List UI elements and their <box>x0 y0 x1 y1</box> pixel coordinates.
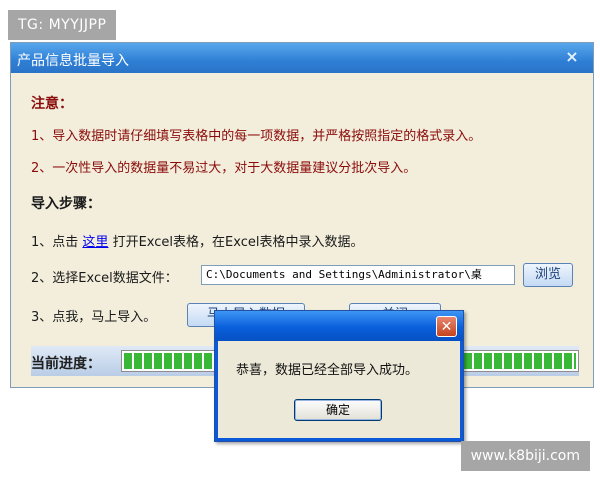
open-excel-link[interactable]: 这里 <box>82 235 108 250</box>
dialog-titlebar: ✕ <box>215 311 463 341</box>
steps-heading: 导入步骤： <box>31 196 101 212</box>
watermark-top: TG: MYYJJPP <box>8 10 117 40</box>
window-titlebar: 产品信息批量导入 × <box>11 43 593 73</box>
step-1-prefix: 1、点击 <box>31 235 79 250</box>
step-2-label: 2、选择Excel数据文件： <box>31 271 178 286</box>
success-message: 恭喜，数据已经全部导入成功。 <box>236 363 419 378</box>
dialog-body: 恭喜，数据已经全部导入成功。 确定 <box>218 341 460 438</box>
notice-item-2: 2、一次性导入的数据量不易过大，对于大数据量建议分批次导入。 <box>31 161 417 176</box>
window-title: 产品信息批量导入 <box>17 53 129 69</box>
excel-file-path-input[interactable]: C:\Documents and Settings\Administrator\… <box>201 265 515 285</box>
ok-button[interactable]: 确定 <box>294 399 382 421</box>
notice-heading: 注意： <box>31 96 73 112</box>
notice-item-1: 1、导入数据时请仔细填写表格中的每一项数据，并严格按照指定的格式录入。 <box>31 129 482 144</box>
step-1: 1、点击 这里 打开Excel表格，在Excel表格中录入数据。 <box>31 231 363 250</box>
dialog-close-icon[interactable]: ✕ <box>436 316 457 337</box>
step-3-label: 3、点我，马上导入。 <box>31 310 157 325</box>
success-dialog: ✕ 恭喜，数据已经全部导入成功。 确定 <box>214 310 464 442</box>
step-1-suffix: 打开Excel表格，在Excel表格中录入数据。 <box>112 235 364 250</box>
browse-button[interactable]: 浏览 <box>523 263 573 287</box>
close-icon[interactable]: × <box>561 47 583 67</box>
watermark-bottom: www.k8biji.com <box>460 441 590 471</box>
progress-label: 当前进度： <box>31 356 101 372</box>
